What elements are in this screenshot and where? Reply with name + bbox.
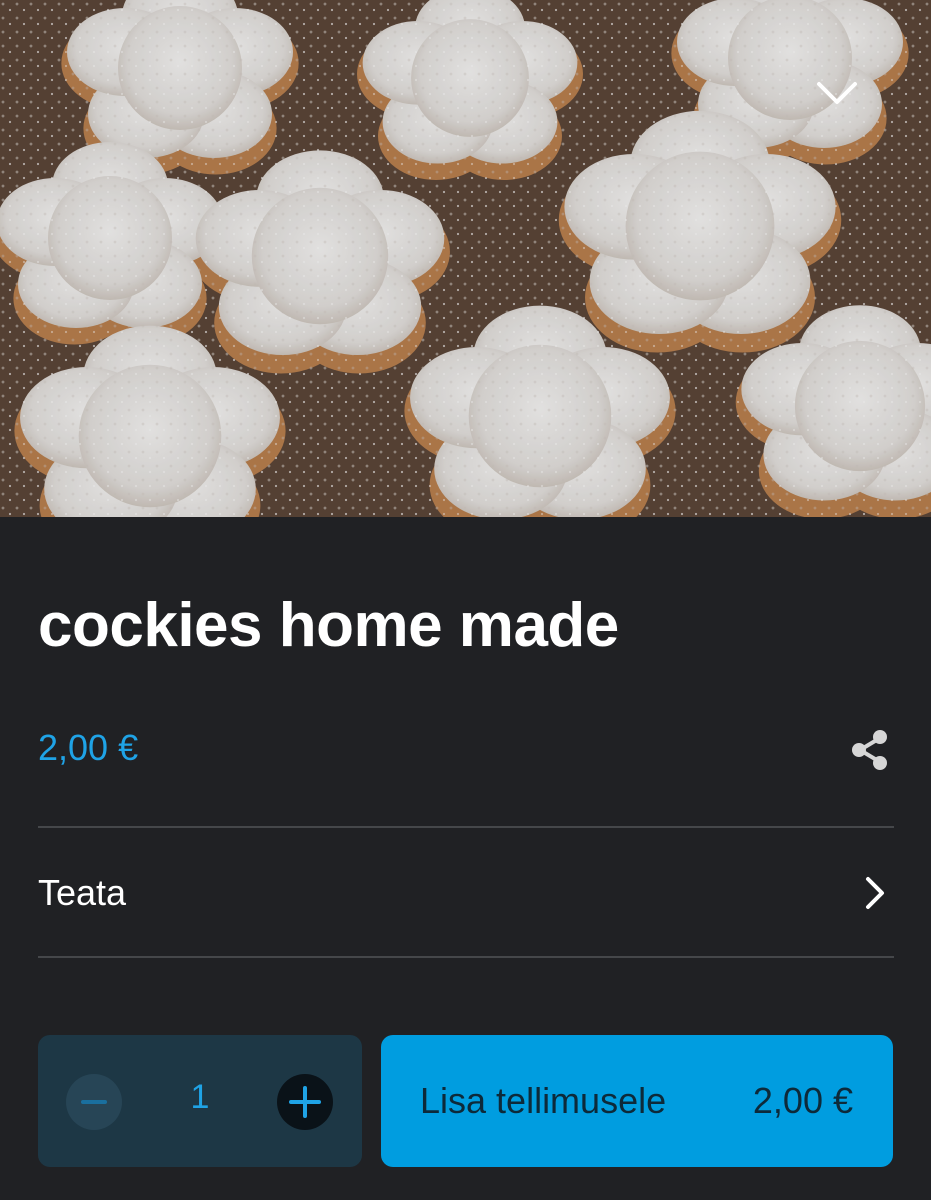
product-title: cockies home made xyxy=(38,591,619,660)
minus-icon xyxy=(81,1100,107,1104)
product-price: 2,00 € xyxy=(38,727,139,768)
chevron-right-icon xyxy=(866,876,884,909)
divider xyxy=(38,826,894,828)
share-button[interactable] xyxy=(842,722,898,778)
add-to-order-button[interactable]: Lisa tellimusele 2,00 € xyxy=(381,1035,893,1167)
add-to-order-label: Lisa tellimusele xyxy=(420,1080,667,1121)
decrement-button[interactable] xyxy=(66,1074,122,1130)
quantity-stepper: 1 xyxy=(38,1035,362,1167)
collapse-button[interactable] xyxy=(815,80,875,130)
add-to-order-total: 2,00 € xyxy=(752,1080,853,1121)
increment-button[interactable] xyxy=(277,1074,333,1130)
cookies-photo xyxy=(0,0,931,517)
share-icon xyxy=(852,730,887,770)
quantity-value: 1 xyxy=(190,1078,210,1116)
report-label: Teata xyxy=(38,871,127,913)
product-image xyxy=(0,0,931,517)
report-item[interactable]: Teata xyxy=(38,829,894,956)
chevron-down-icon xyxy=(817,82,857,104)
plus-icon xyxy=(289,1086,321,1118)
divider xyxy=(38,956,894,958)
